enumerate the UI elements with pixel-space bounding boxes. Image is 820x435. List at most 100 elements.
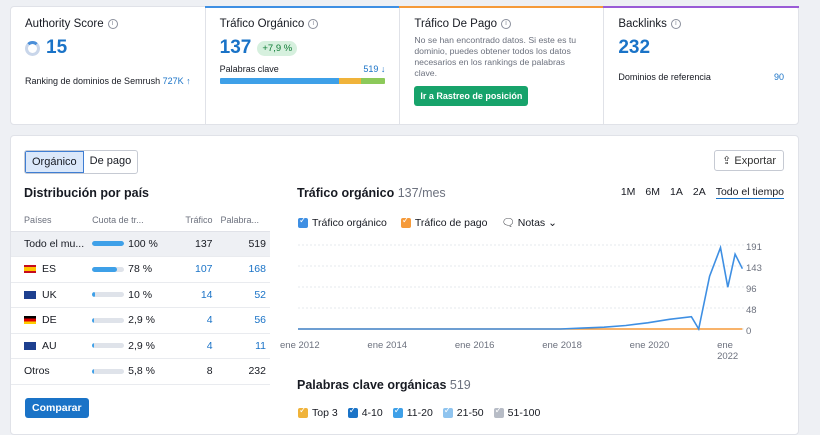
col-traffic[interactable]: Tráfico [165, 209, 217, 232]
traffic-value[interactable]: 14 [165, 282, 217, 308]
info-icon[interactable]: i [501, 19, 512, 29]
backlinks-card[interactable]: Backlinks i 232 Dominios de referencia 90 [603, 6, 800, 124]
organic-tab[interactable]: Orgánico [25, 151, 84, 173]
traffic-share: 10 % [88, 282, 166, 308]
share-bar [92, 368, 125, 374]
backlinks-title: Backlinks i [618, 18, 784, 30]
checkbox-icon [298, 215, 308, 228]
organic-traffic-value[interactable]: 137 +7,9 % [220, 37, 386, 59]
country-name[interactable]: AU [11, 333, 89, 359]
paid-traffic-card[interactable]: Tráfico De Pago i No se han encontrado da… [399, 6, 605, 124]
chevron-down-icon: ⌄ [545, 217, 557, 229]
paid-tab[interactable]: De pago [84, 151, 138, 173]
organic-keywords-title: Palabras clave orgánicas 519 [297, 378, 471, 392]
traffic-share: 2,9 % [88, 307, 166, 334]
legend-paid[interactable]: Tráfico de pago [400, 215, 487, 229]
x-tick-label: ene 2012 [280, 340, 320, 351]
organic-traffic-card[interactable]: Tráfico Orgánico i 137 +7,9 % Palabras cla… [204, 6, 401, 124]
keywords-value[interactable]: 52 [216, 282, 270, 308]
x-tick-label: ene 2020 [629, 340, 670, 351]
traffic-share: 100 % [88, 231, 166, 257]
share-bar [92, 292, 125, 298]
notes-dropdown[interactable]: 🗨 Notas ⌄ [501, 216, 556, 229]
info-icon[interactable]: i [308, 19, 319, 29]
col-traffic-share[interactable]: Cuota de tr... [88, 209, 166, 232]
authority-score-title: Authority Score i [25, 18, 191, 30]
country-row[interactable]: ES 78 % 107 168 [11, 256, 270, 283]
country-name[interactable]: DE [11, 307, 89, 334]
y-tick-label: 0 [746, 326, 752, 337]
flag-icon [24, 341, 36, 350]
backlinks-value[interactable]: 232 [618, 37, 784, 59]
position-tracking-button[interactable]: Ir a Rastreo de posición [414, 86, 529, 106]
range-2a[interactable]: 2A [693, 186, 706, 199]
keywords-value[interactable]: 519 [216, 231, 270, 257]
paid-traffic-title: Tráfico De Pago i [414, 18, 589, 30]
authority-score-value[interactable]: 15 [25, 37, 191, 59]
keyword-legend-item[interactable]: 11-20 [392, 405, 433, 419]
card-accent-bar [603, 6, 800, 8]
country-name[interactable]: Todo el mu... [11, 231, 89, 257]
country-row[interactable]: DE 2,9 % 4 56 [11, 307, 270, 334]
compare-button[interactable]: Comparar [25, 398, 89, 418]
x-tick-label: ene 2016 [454, 340, 495, 351]
range-1a[interactable]: 1A [670, 186, 683, 199]
info-icon[interactable]: i [670, 19, 681, 29]
trend-badge: +7,9 % [257, 40, 298, 56]
export-button[interactable]: ⇪ Exportar [714, 150, 784, 171]
keyword-legend-item[interactable]: Top 3 [298, 405, 338, 419]
keyword-legend-item[interactable]: 4-10 [347, 405, 383, 419]
country-row[interactable]: Todo el mu... 100 % 137 519 [11, 231, 270, 257]
traffic-value[interactable]: 8 [165, 358, 217, 385]
traffic-value[interactable]: 137 [165, 231, 217, 257]
keyword-legend-item[interactable]: 21-50 [442, 405, 484, 419]
keywords-row: Palabras clave 519 ↓ [219, 64, 386, 74]
country-table: Países Cuota de tr... Tráfico Palabra...… [11, 209, 270, 385]
share-bar [92, 241, 125, 247]
x-tick-label: ene 2022 [717, 340, 739, 362]
country-name[interactable]: Otros [11, 358, 89, 385]
referring-domains-row: Dominios de referencia 90 [618, 72, 785, 82]
time-range-tabs: 1M 6M 1A 2A Todo el tiempo [621, 186, 784, 199]
country-name[interactable]: ES [11, 256, 89, 283]
share-bar [92, 317, 125, 323]
legend-organic[interactable]: Tráfico orgánico [298, 215, 387, 229]
traffic-value[interactable]: 4 [165, 307, 217, 334]
y-tick-label: 48 [746, 305, 757, 316]
keywords-value[interactable]: 56 [216, 307, 270, 334]
flag-icon [24, 265, 36, 274]
country-row[interactable]: UK 10 % 14 52 [11, 282, 270, 308]
country-name[interactable]: UK [11, 282, 89, 308]
traffic-value[interactable]: 4 [165, 333, 217, 359]
checkbox-icon [400, 215, 411, 228]
keyword-position-legend: Top 3 4-10 11-20 21-50 51-100 [298, 405, 540, 419]
organic-traffic-chart[interactable] [296, 239, 766, 349]
keywords-value[interactable]: 168 [216, 256, 270, 283]
range-1m[interactable]: 1M [621, 186, 636, 199]
traffic-value[interactable]: 107 [165, 256, 217, 283]
chart-legend: Tráfico orgánico Tráfico de pago 🗨 Notas… [298, 215, 557, 229]
keywords-value[interactable]: 11 [216, 333, 270, 359]
x-tick-label: ene 2018 [542, 340, 582, 351]
country-row[interactable]: AU 2,9 % 4 11 [11, 333, 270, 359]
info-icon[interactable]: i [107, 19, 118, 29]
range-6m[interactable]: 6M [645, 186, 660, 199]
traffic-share: 78 % [88, 256, 166, 283]
country-row[interactable]: Otros 5,8 % 8 232 [11, 358, 270, 385]
flag-icon [24, 316, 36, 325]
range-all-time[interactable]: Todo el tiempo [715, 186, 784, 199]
col-keywords[interactable]: Palabra... [216, 209, 270, 232]
share-bar [92, 266, 125, 272]
organic-traffic-line [298, 244, 744, 332]
y-tick-label: 96 [746, 284, 757, 295]
organic-traffic-title: Tráfico Orgánico i [220, 18, 386, 30]
export-icon: ⇪ [722, 155, 735, 167]
notes-icon: 🗨 [501, 217, 518, 229]
keywords-value[interactable]: 232 [216, 358, 270, 385]
traffic-type-toggle: Orgánico De pago [24, 150, 139, 174]
col-countries[interactable]: Países [11, 209, 89, 232]
authority-score-card[interactable]: Authority Score i 15 Ranking de dominios … [11, 7, 206, 124]
organic-traffic-chart-title: Tráfico orgánico 137/mes [297, 186, 446, 200]
keyword-legend-item[interactable]: 51-100 [493, 405, 540, 419]
country-distribution-title: Distribución por país [24, 186, 150, 200]
